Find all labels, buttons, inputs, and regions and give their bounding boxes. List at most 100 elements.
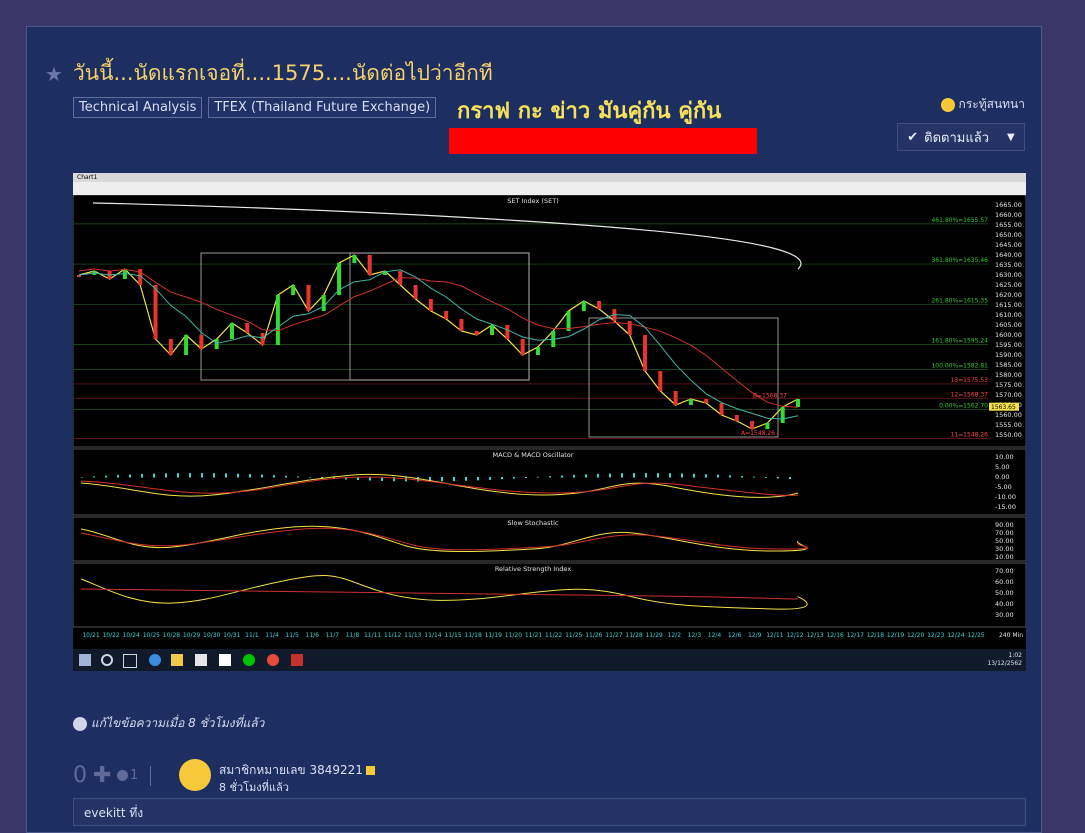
price-axis-label: 1605.00 [995, 321, 1022, 329]
chrome-icon[interactable] [267, 654, 279, 666]
macd-bar [249, 474, 251, 478]
taskbar-clock: 1:02 13/12/2562 [987, 652, 1022, 668]
macd-bar [273, 475, 275, 478]
candle [260, 333, 265, 345]
stoch-axis-label: 70.00 [995, 529, 1014, 537]
macd-bar [201, 473, 203, 478]
candle [765, 423, 770, 429]
plus-icon[interactable]: ✚ [93, 764, 111, 786]
date-label: 12/4 [708, 632, 722, 639]
price-axis-label: 1585.00 [995, 361, 1022, 369]
line-icon[interactable] [243, 654, 255, 666]
star-icon[interactable]: ★ [45, 64, 65, 84]
date-label: 10/30 [203, 632, 220, 639]
tag-technical-analysis[interactable]: Technical Analysis [73, 97, 203, 118]
macd-bar [729, 475, 731, 478]
avatar[interactable] [179, 759, 211, 791]
emoji-count: 1 [130, 768, 139, 783]
taskbar: 1:02 13/12/2562 [73, 649, 1026, 671]
member-label-text: สมาชิกหมายเลข 3849221 [219, 763, 363, 777]
candle [153, 285, 158, 339]
candle [734, 415, 739, 421]
tag-tfex[interactable]: TFEX (Thailand Future Exchange) [208, 97, 437, 118]
edit-note-text: แก้ไขข้อความเมื่อ 8 ชั่วโมงที่แล้ว [91, 716, 265, 730]
macd-bar [141, 474, 143, 478]
edge-icon[interactable] [149, 654, 161, 666]
follow-button[interactable]: ✔ ติดตามแล้ว ▼ [897, 123, 1025, 151]
macd-bar [681, 473, 683, 478]
tag-list: Technical Analysis TFEX (Thailand Future… [73, 97, 437, 118]
macd-bar [369, 477, 371, 481]
date-label: 11/11 [364, 632, 381, 639]
price-axis-label: 1665.00 [995, 201, 1022, 209]
marker-a: A=1548.26 [741, 430, 775, 437]
chart-app-icon[interactable] [291, 654, 303, 666]
date-label: 12/2 [668, 632, 682, 639]
price-axis-label: 1555.00 [995, 421, 1022, 429]
price-axis-label: 1655.00 [995, 221, 1022, 229]
emoji-reaction[interactable]: 1 [117, 768, 138, 783]
post-card: ★ วันนี้...นัดแรกเจอที่....1575....นัดต่… [26, 26, 1042, 833]
macd-bar [669, 473, 671, 478]
date-label: 11/13 [404, 632, 421, 639]
price-axis-label: 1600.00 [995, 331, 1022, 339]
macd-bar [165, 473, 167, 478]
edit-clock-icon [73, 716, 87, 731]
folder-icon[interactable] [171, 654, 183, 666]
date-label: 11/20 [505, 632, 522, 639]
macd-bar [741, 475, 743, 478]
task-view-icon[interactable] [123, 654, 137, 668]
date-label: 11/12 [384, 632, 401, 639]
rsi-axis-label: 50.00 [995, 589, 1014, 597]
price-axis-label: 1595.00 [995, 341, 1022, 349]
candle [750, 421, 755, 429]
macd-bar [513, 477, 515, 479]
taskbar-time: 1:02 [1008, 652, 1022, 659]
candle [321, 295, 326, 311]
candle [673, 391, 678, 405]
comment-preview[interactable]: evekitt ทึ่ง [73, 798, 1026, 826]
macd-bar [213, 473, 215, 478]
macd-bar [705, 474, 707, 478]
macd-bar [717, 474, 719, 478]
divider [150, 765, 152, 786]
macd-axis-label: 0.00 [995, 473, 1009, 481]
caret-down-icon[interactable]: ▼ [1007, 132, 1015, 143]
macd-bar [753, 476, 755, 478]
date-label: 12/18 [867, 632, 884, 639]
date-label: 12/12 [786, 632, 803, 639]
date-label: 11/29 [646, 632, 663, 639]
member-badge-icon [365, 766, 375, 775]
candle [428, 299, 433, 311]
search-icon[interactable] [101, 654, 113, 666]
macd-bar [537, 476, 539, 478]
date-label: 10/29 [183, 632, 200, 639]
candle [597, 301, 602, 309]
store-icon[interactable] [195, 654, 207, 666]
macd-bar [621, 473, 623, 478]
macd-bar [489, 477, 491, 480]
date-label: 10/28 [163, 632, 180, 639]
windows-icon[interactable] [79, 654, 91, 666]
vote-count: 0 [73, 763, 87, 788]
forum-label[interactable]: กระทู้สนทนา [940, 95, 1025, 114]
panel-title-macd: MACD & MACD Oscillator [493, 451, 574, 459]
date-label: 10/31 [223, 632, 240, 639]
timeframe-label: 240 Min [999, 632, 1023, 639]
rsi-axis-label: 30.00 [995, 611, 1014, 619]
mail-icon[interactable] [219, 654, 231, 666]
macd-axis-label: 5.00 [995, 463, 1009, 471]
candle [367, 255, 372, 275]
vote-bar: 0 ✚ 1 [73, 763, 152, 788]
member-time: 8 ชั่วโมงที่แล้ว [219, 781, 289, 794]
date-label: 12/24 [947, 632, 964, 639]
candle [184, 335, 189, 355]
stoch-axis-label: 50.00 [995, 537, 1014, 545]
date-label: 10/22 [102, 632, 119, 639]
macd-bar [597, 473, 599, 478]
date-label: 11/27 [605, 632, 622, 639]
date-label: 11/4 [265, 632, 279, 639]
date-label: 12/3 [688, 632, 702, 639]
candle [780, 407, 785, 423]
stoch-axis-label: 30.00 [995, 545, 1014, 553]
